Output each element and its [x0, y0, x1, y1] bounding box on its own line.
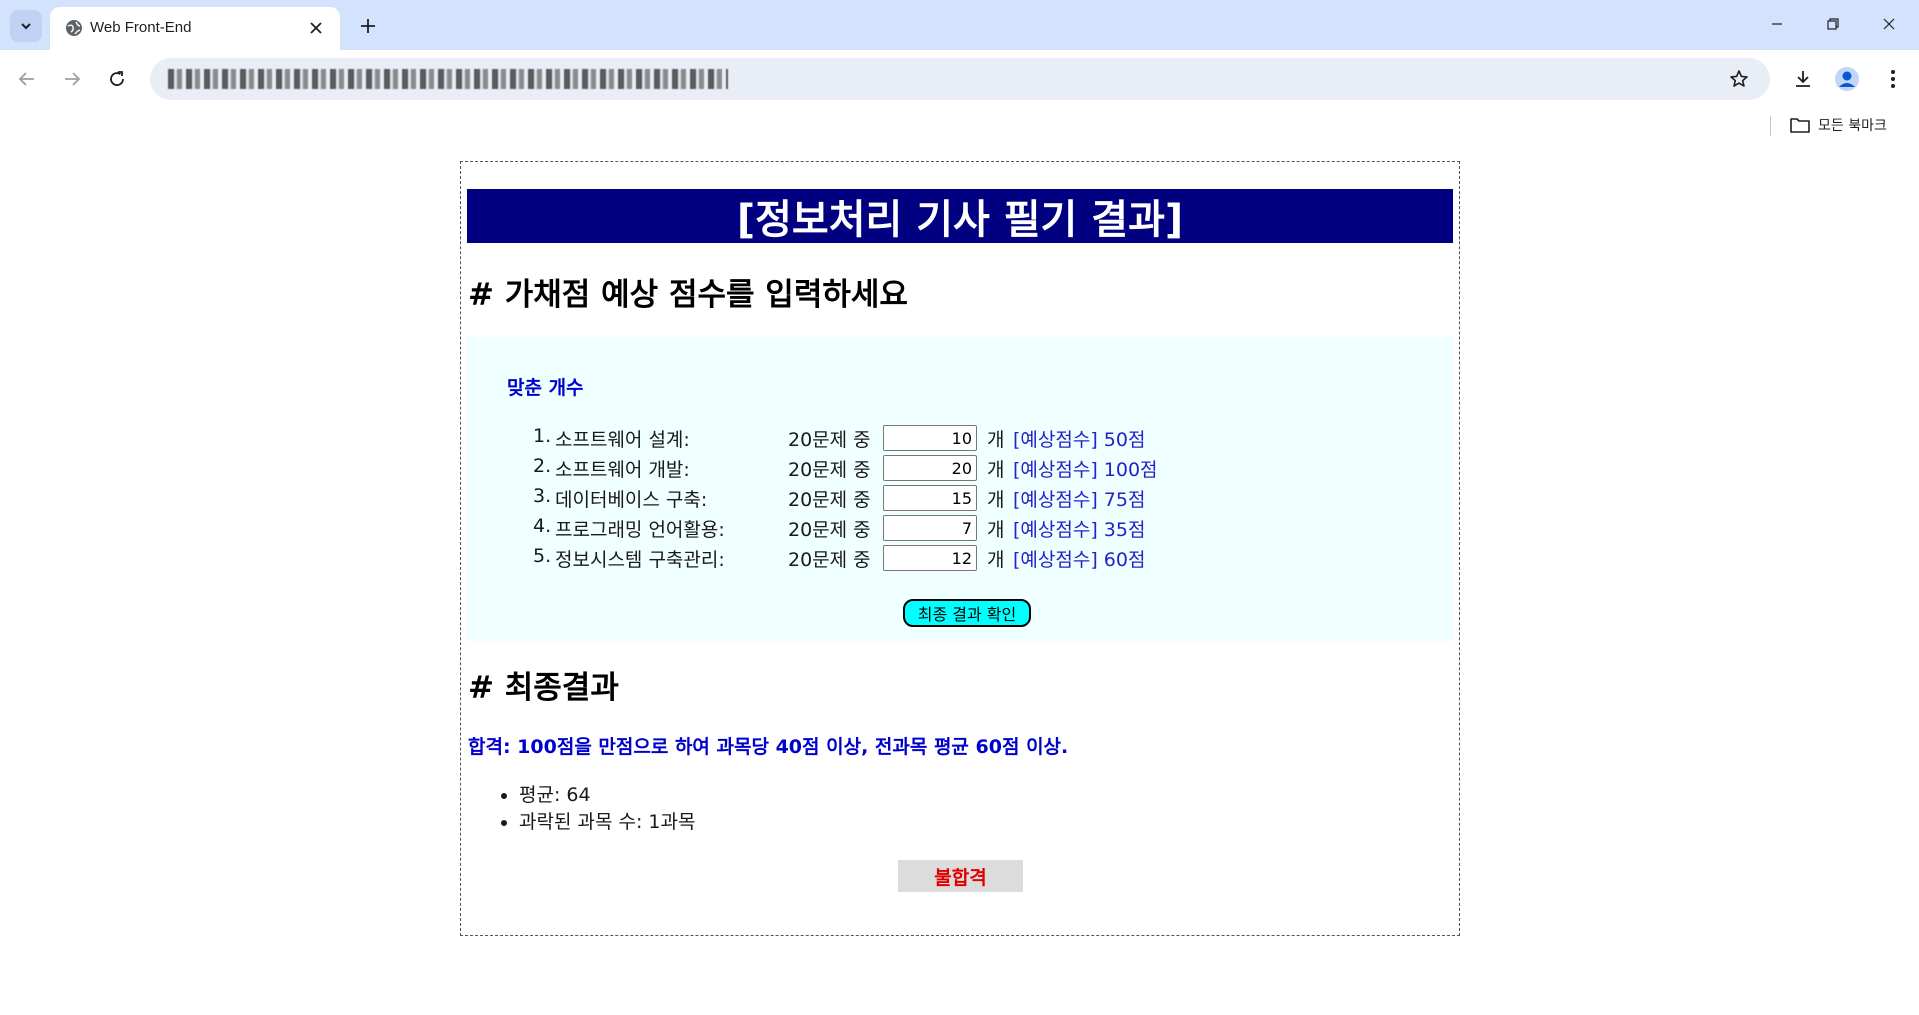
arrow-left-icon[interactable] — [10, 62, 44, 96]
browser-toolbar — [0, 50, 1919, 108]
star-icon[interactable] — [1722, 62, 1756, 96]
input-heading: # 가채점 예상 점수를 입력하세요 — [468, 277, 908, 313]
subject-number: 1. — [533, 425, 552, 447]
subject-row: 4. 프로그래밍 언어활용: 20문제 중 개 [예상점수] 35점 — [467, 513, 1453, 543]
final-result-button[interactable]: 최종 결과 확인 — [903, 599, 1031, 627]
result-heading: # 최종결과 — [468, 670, 619, 706]
expected-score: [예상점수] 100점 — [1013, 459, 1158, 481]
tab-active[interactable]: Web Front-End — [50, 7, 340, 50]
download-icon[interactable] — [1786, 62, 1820, 96]
subject-name: 데이터베이스 구축: — [555, 489, 708, 511]
question-count-label: 20문제 중 — [788, 459, 871, 481]
correct-count-input[interactable] — [883, 455, 977, 481]
count-unit: 개 — [987, 549, 1005, 571]
kebab-menu-icon[interactable] — [1876, 62, 1910, 96]
correct-count-input[interactable] — [883, 545, 977, 571]
subject-number: 2. — [533, 455, 552, 477]
score-input-panel: 맞춘 개수 1. 소프트웨어 설계: 20문제 중 개 [예상점수] 50점 2… — [467, 337, 1453, 641]
subject-name: 소프트웨어 설계: — [555, 429, 690, 451]
question-count-label: 20문제 중 — [788, 519, 871, 541]
question-count-label: 20문제 중 — [788, 489, 871, 511]
count-unit: 개 — [987, 519, 1005, 541]
all-bookmarks-button[interactable]: 모든 북마크 — [1790, 114, 1887, 136]
question-count-label: 20문제 중 — [788, 549, 871, 571]
expected-score: [예상점수] 60점 — [1013, 549, 1146, 571]
result-container: [정보처리 기사 필기 결과] # 가채점 예상 점수를 입력하세요 맞춘 개수… — [460, 161, 1460, 936]
globe-icon — [66, 20, 82, 36]
expected-score: [예상점수] 75점 — [1013, 489, 1146, 511]
chevron-down-icon[interactable] — [10, 10, 42, 42]
failed-subjects-result: 과락된 과목 수: 1과목 — [519, 809, 695, 836]
divider — [1770, 116, 1771, 136]
correct-count-input[interactable] — [883, 425, 977, 451]
minimize-icon[interactable] — [1754, 8, 1800, 40]
folder-icon — [1790, 118, 1810, 133]
url-text-redacted — [168, 69, 728, 89]
arrow-right-icon[interactable] — [55, 62, 89, 96]
page-title: [정보처리 기사 필기 결과] — [467, 189, 1453, 243]
subject-name: 정보시스템 구축관리: — [555, 549, 725, 571]
subject-number: 5. — [533, 545, 552, 567]
close-icon[interactable] — [304, 16, 328, 40]
subject-row: 5. 정보시스템 구축관리: 20문제 중 개 [예상점수] 60점 — [467, 543, 1453, 573]
count-unit: 개 — [987, 429, 1005, 451]
correct-count-input[interactable] — [883, 515, 977, 541]
restore-icon[interactable] — [1810, 8, 1856, 40]
result-list: 평균: 64 과락된 과목 수: 1과목 — [491, 782, 695, 836]
subject-number: 3. — [533, 485, 552, 507]
expected-score: [예상점수] 50점 — [1013, 429, 1146, 451]
verdict-badge: 불합격 — [898, 860, 1023, 892]
question-count-label: 20문제 중 — [788, 429, 871, 451]
bookmarks-bar: 모든 북마크 — [0, 108, 1919, 142]
address-bar[interactable] — [150, 58, 1770, 100]
window-close-icon[interactable] — [1866, 8, 1912, 40]
pass-criteria: 합격: 100점을 만점으로 하여 과목당 40점 이상, 전과목 평균 60점… — [468, 736, 1069, 758]
subject-number: 4. — [533, 515, 552, 537]
average-result: 평균: 64 — [519, 782, 695, 809]
subject-row: 2. 소프트웨어 개발: 20문제 중 개 [예상점수] 100점 — [467, 453, 1453, 483]
subject-name: 프로그래밍 언어활용: — [555, 519, 725, 541]
tab-title: Web Front-End — [90, 19, 192, 36]
reload-icon[interactable] — [100, 62, 134, 96]
subject-row: 3. 데이터베이스 구축: 20문제 중 개 [예상점수] 75점 — [467, 483, 1453, 513]
profile-icon[interactable] — [1830, 62, 1864, 96]
correct-count-input[interactable] — [883, 485, 977, 511]
all-bookmarks-label: 모든 북마크 — [1818, 118, 1887, 134]
expected-score: [예상점수] 35점 — [1013, 519, 1146, 541]
plus-icon[interactable] — [352, 10, 384, 42]
count-unit: 개 — [987, 489, 1005, 511]
subject-row: 1. 소프트웨어 설계: 20문제 중 개 [예상점수] 50점 — [467, 423, 1453, 453]
count-unit: 개 — [987, 459, 1005, 481]
subject-name: 소프트웨어 개발: — [555, 459, 690, 481]
panel-caption: 맞춘 개수 — [507, 377, 584, 399]
tab-strip: Web Front-End — [0, 0, 1919, 50]
